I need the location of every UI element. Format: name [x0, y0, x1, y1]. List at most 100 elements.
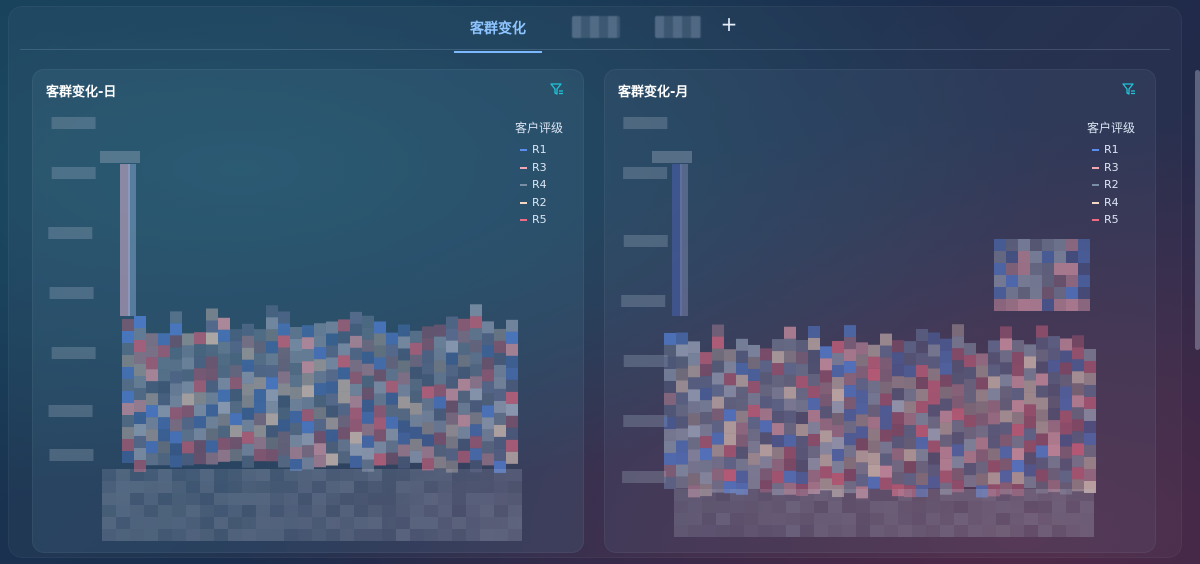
series-segment-blurred — [680, 292, 688, 300]
series-segment-blurred — [748, 440, 760, 453]
series-segment-blurred — [724, 349, 736, 362]
legend-item-r5[interactable]: R5 — [1088, 211, 1156, 229]
series-segment-blurred — [350, 311, 362, 324]
x-axis-label-blurred — [480, 529, 494, 541]
x-axis-label-blurred — [144, 481, 158, 493]
x-axis-label-blurred — [186, 493, 200, 505]
y-tick-label-blurred — [51, 347, 96, 359]
series-segment-blurred — [688, 425, 700, 438]
x-axis-label-blurred — [870, 489, 884, 501]
x-axis-label-blurred — [382, 529, 396, 541]
series-segment-blurred — [278, 395, 290, 408]
legend-item-r2[interactable]: R2 — [1088, 176, 1156, 194]
x-axis-label-blurred — [116, 517, 130, 529]
x-axis-label-blurred — [214, 481, 228, 493]
series-segment-blurred — [1048, 456, 1060, 469]
series-segment-blurred — [182, 345, 194, 358]
series-segment-blurred — [326, 453, 338, 466]
x-axis-label-blurred — [102, 505, 116, 517]
x-axis-label-blurred — [312, 493, 326, 505]
series-segment-blurred — [350, 335, 362, 348]
series-segment-blurred — [1006, 287, 1018, 299]
legend-item-r4[interactable]: R4 — [1088, 194, 1156, 212]
series-segment-blurred — [796, 424, 808, 437]
x-axis-label-blurred — [270, 469, 284, 481]
series-segment-blurred — [1012, 352, 1024, 365]
series-segment-blurred — [134, 340, 146, 353]
legend-item-r3[interactable]: R3 — [1088, 159, 1156, 177]
x-axis-label-blurred — [410, 505, 424, 517]
series-segment-blurred — [680, 260, 688, 268]
tab-blurred-2[interactable] — [572, 16, 620, 38]
series-segment-blurred — [134, 448, 146, 461]
series-segment-blurred — [266, 365, 278, 378]
series-segment-blurred — [374, 417, 386, 430]
x-axis-label-blurred — [842, 489, 856, 501]
x-axis-label-blurred — [480, 505, 494, 517]
series-segment-blurred — [760, 372, 772, 385]
legend-item-r1[interactable]: R1 — [1088, 141, 1156, 159]
scrollbar[interactable] — [1195, 70, 1200, 350]
x-axis-label-blurred — [172, 469, 186, 481]
series-segment-blurred — [748, 380, 760, 393]
x-axis-label-blurred — [326, 481, 340, 493]
x-axis-label-blurred — [1010, 501, 1024, 513]
series-segment-blurred — [158, 369, 170, 382]
series-segment-blurred — [736, 338, 748, 351]
x-axis-label-blurred — [284, 517, 298, 529]
series-segment-blurred — [904, 389, 916, 402]
tab-customer-group-change[interactable]: 客群变化 — [454, 18, 542, 53]
series-segment-blurred — [1060, 410, 1072, 423]
legend-item-r5[interactable]: R5 — [516, 211, 584, 229]
series-segment-blurred — [302, 373, 314, 386]
x-axis-label-blurred — [396, 481, 410, 493]
series-segment-blurred — [1018, 251, 1030, 263]
x-axis-label-blurred — [130, 481, 144, 493]
series-segment-blurred — [230, 425, 242, 438]
series-segment-blurred — [422, 446, 434, 459]
series-segment-blurred — [362, 327, 374, 340]
series-segment-blurred — [1072, 467, 1084, 480]
x-axis-label-blurred — [130, 529, 144, 541]
series-segment-blurred — [422, 338, 434, 351]
legend-item-r1[interactable]: R1 — [516, 141, 584, 159]
series-segment-blurred — [482, 453, 494, 466]
series-segment-blurred — [506, 427, 518, 440]
add-tab-button[interactable]: + — [719, 14, 739, 34]
series-segment-blurred — [1072, 335, 1084, 348]
tab-blurred-3[interactable] — [655, 16, 701, 38]
series-segment-blurred — [134, 316, 146, 329]
series-segment-blurred — [1030, 263, 1042, 275]
series-segment-blurred — [688, 449, 700, 462]
series-segment-blurred — [868, 428, 880, 441]
series-segment-blurred — [362, 387, 374, 400]
series-segment-blurred — [434, 360, 446, 373]
x-axis-label-blurred — [102, 529, 116, 541]
series-segment-blurred — [964, 355, 976, 368]
series-segment-blurred — [1072, 347, 1084, 360]
series-segment-blurred — [422, 362, 434, 375]
x-axis-label-blurred — [730, 525, 744, 537]
series-segment-blurred — [700, 376, 712, 389]
x-axis-label-blurred — [158, 469, 172, 481]
legend-item-r4[interactable]: R4 — [516, 176, 584, 194]
x-axis-label-blurred — [116, 505, 130, 517]
series-segment-blurred — [398, 396, 410, 409]
x-axis-label-blurred — [1038, 513, 1052, 525]
series-segment-blurred — [446, 424, 458, 437]
series-segment-blurred — [784, 326, 796, 339]
series-segment-blurred — [122, 439, 134, 452]
series-segment-blurred — [122, 391, 134, 404]
series-segment-blurred — [832, 353, 844, 366]
x-axis-label-blurred — [438, 469, 452, 481]
x-axis-label-blurred — [1080, 513, 1094, 525]
x-axis-label-blurred — [814, 489, 828, 501]
series-segment-blurred — [128, 180, 136, 188]
x-axis-label-blurred — [452, 505, 466, 517]
x-axis-label-blurred — [842, 501, 856, 513]
series-segment-blurred — [218, 413, 230, 426]
legend-item-r2[interactable]: R2 — [516, 194, 584, 212]
series-segment-blurred — [398, 384, 410, 397]
series-segment-blurred — [326, 393, 338, 406]
legend-item-r3[interactable]: R3 — [516, 159, 584, 177]
